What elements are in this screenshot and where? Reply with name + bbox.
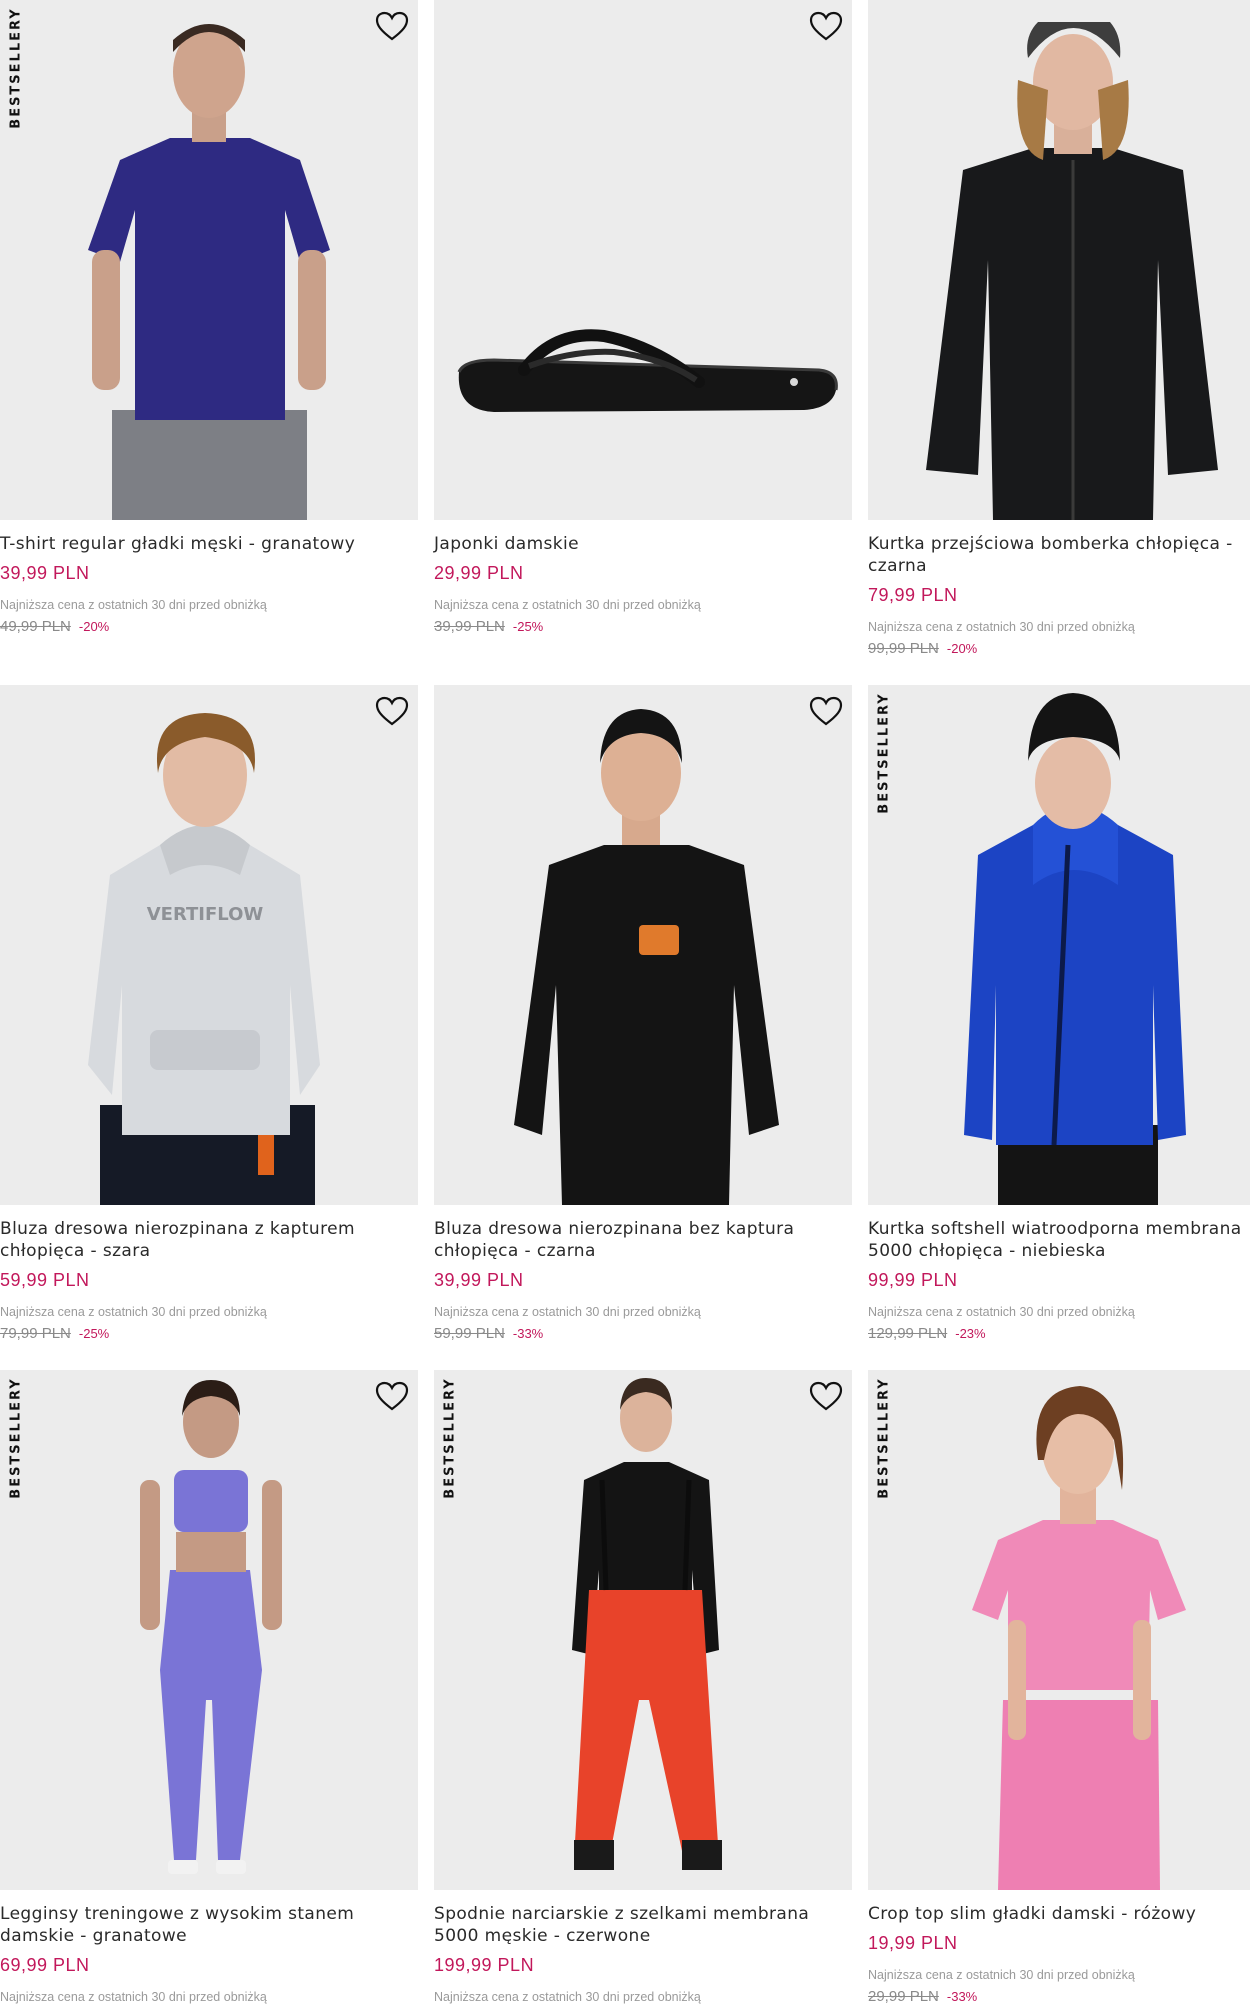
crop-top-photo bbox=[868, 1370, 1250, 1890]
old-price-row: 99,99 PLN -20% bbox=[868, 640, 1250, 658]
product-image[interactable]: BESTSELLERY bbox=[868, 1370, 1250, 1890]
ski-pants-photo bbox=[434, 1370, 852, 1890]
product-name[interactable]: Bluza dresowa nierozpinana z kapturem ch… bbox=[0, 1218, 418, 1262]
product-image[interactable]: BESTSELLERY bbox=[868, 685, 1250, 1205]
lowest-price-note: Najniższa cena z ostatnich 30 dni przed … bbox=[868, 1968, 1135, 1982]
product-image[interactable]: VERTIFLOW bbox=[0, 685, 418, 1205]
product-info: T-shirt regular gładki męski - granatowy… bbox=[0, 533, 418, 636]
product-name[interactable]: Legginsy treningowe z wysokim stanem dam… bbox=[0, 1903, 418, 1947]
bestseller-label: BESTSELLERY bbox=[876, 1377, 892, 1499]
old-price-row: 39,99 PLN -25% bbox=[434, 618, 852, 636]
heart-outline-icon bbox=[375, 1381, 409, 1411]
old-price-row: 129,99 PLN -23% bbox=[868, 1325, 1250, 1343]
heart-outline-icon bbox=[375, 696, 409, 726]
old-price-row: 29,99 PLN -33% bbox=[868, 1988, 1250, 2006]
product-info: Crop top slim gładki damski - różowy 19,… bbox=[868, 1903, 1250, 2006]
lowest-price-note: Najniższa cena z ostatnich 30 dni przed … bbox=[434, 598, 701, 612]
product-name[interactable]: Crop top slim gładki damski - różowy bbox=[868, 1903, 1250, 1925]
product-price: 39,99 PLN bbox=[0, 563, 90, 583]
favorite-button[interactable] bbox=[374, 10, 410, 42]
heart-outline-icon bbox=[809, 11, 843, 41]
lowest-price-note: Najniższa cena z ostatnich 30 dni przed … bbox=[868, 620, 1135, 634]
old-price: 79,99 PLN bbox=[0, 1325, 71, 1342]
product-name[interactable]: Kurtka przejściowa bomberka chłopięca - … bbox=[868, 533, 1250, 577]
product-price: 29,99 PLN bbox=[434, 563, 524, 583]
discount-badge: -33% bbox=[512, 1326, 544, 1341]
heart-outline-icon bbox=[809, 696, 843, 726]
lowest-price-note: Najniższa cena z ostatnich 30 dni przed … bbox=[434, 1990, 701, 2004]
product-image[interactable] bbox=[434, 685, 852, 1205]
product-info: Bluza dresowa nierozpinana z kapturem ch… bbox=[0, 1218, 418, 1343]
old-price: 29,99 PLN bbox=[868, 1988, 939, 2005]
discount-badge: -33% bbox=[946, 1989, 978, 2004]
lowest-price-note: Najniższa cena z ostatnich 30 dni przed … bbox=[434, 1305, 701, 1319]
lowest-price-note: Najniższa cena z ostatnich 30 dni przed … bbox=[868, 1305, 1135, 1319]
favorite-button[interactable] bbox=[808, 695, 844, 727]
product-image[interactable]: BESTSELLERY bbox=[434, 1370, 852, 1890]
black-sweatshirt-photo bbox=[434, 685, 852, 1205]
old-price: 49,99 PLN bbox=[0, 618, 71, 635]
product-info: Kurtka przejściowa bomberka chłopięca - … bbox=[868, 533, 1250, 658]
product-name[interactable]: Japonki damskie bbox=[434, 533, 852, 555]
product-image[interactable] bbox=[868, 0, 1250, 520]
heart-outline-icon bbox=[375, 11, 409, 41]
favorite-button[interactable] bbox=[374, 1380, 410, 1412]
product-price: 99,99 PLN bbox=[868, 1270, 958, 1290]
product-name[interactable]: Kurtka softshell wiatroodporna membrana … bbox=[868, 1218, 1250, 1262]
lowest-price-note: Najniższa cena z ostatnich 30 dni przed … bbox=[0, 1990, 267, 2004]
product-info: Kurtka softshell wiatroodporna membrana … bbox=[868, 1218, 1250, 1343]
bestseller-badge: BESTSELLERY bbox=[874, 1377, 894, 1499]
product-price: 19,99 PLN bbox=[868, 1933, 958, 1953]
old-price-row: 59,99 PLN -33% bbox=[434, 1325, 852, 1343]
product-price: 79,99 PLN bbox=[868, 585, 958, 605]
grey-hoodie-photo: VERTIFLOW bbox=[0, 685, 418, 1205]
bestseller-label: BESTSELLERY bbox=[876, 692, 892, 814]
bestseller-label: BESTSELLERY bbox=[8, 1377, 24, 1499]
old-price: 129,99 PLN bbox=[868, 1325, 948, 1342]
discount-badge: -20% bbox=[78, 619, 110, 634]
product-image[interactable]: BESTSELLERY bbox=[0, 1370, 418, 1890]
old-price-row: 79,99 PLN -25% bbox=[0, 1325, 418, 1343]
flip-flop-photo bbox=[434, 0, 852, 520]
product-price: 39,99 PLN bbox=[434, 1270, 524, 1290]
lowest-price-note: Najniższa cena z ostatnich 30 dni przed … bbox=[0, 598, 267, 612]
old-price: 59,99 PLN bbox=[434, 1325, 505, 1342]
bestseller-label: BESTSELLERY bbox=[8, 7, 24, 129]
bomber-jacket-photo bbox=[868, 0, 1250, 520]
product-name[interactable]: T-shirt regular gładki męski - granatowy bbox=[0, 533, 418, 555]
product-info: Japonki damskie 29,99 PLN Najniższa cena… bbox=[434, 533, 852, 636]
product-name[interactable]: Bluza dresowa nierozpinana bez kaptura c… bbox=[434, 1218, 852, 1262]
product-image[interactable] bbox=[434, 0, 852, 520]
bestseller-badge: BESTSELLERY bbox=[874, 692, 894, 814]
bestseller-badge: BESTSELLERY bbox=[6, 7, 26, 129]
old-price-row: 49,99 PLN -20% bbox=[0, 618, 418, 636]
product-info: Bluza dresowa nierozpinana bez kaptura c… bbox=[434, 1218, 852, 1343]
tshirt-photo bbox=[0, 0, 418, 520]
lowest-price-note: Najniższa cena z ostatnich 30 dni przed … bbox=[0, 1305, 267, 1319]
product-info: Spodnie narciarskie z szelkami membrana … bbox=[434, 1903, 852, 2004]
bestseller-label: BESTSELLERY bbox=[442, 1377, 458, 1499]
product-image[interactable]: BESTSELLERY bbox=[0, 0, 418, 520]
softshell-jacket-photo bbox=[868, 685, 1250, 1205]
product-price: 59,99 PLN bbox=[0, 1270, 90, 1290]
favorite-button[interactable] bbox=[808, 1380, 844, 1412]
discount-badge: -23% bbox=[955, 1326, 986, 1341]
favorite-button[interactable] bbox=[374, 695, 410, 727]
bestseller-badge: BESTSELLERY bbox=[440, 1377, 460, 1499]
old-price: 99,99 PLN bbox=[868, 640, 939, 657]
heart-outline-icon bbox=[809, 1381, 843, 1411]
leggings-photo bbox=[0, 1370, 418, 1890]
bestseller-badge: BESTSELLERY bbox=[6, 1377, 26, 1499]
hoodie-print-text: VERTIFLOW bbox=[147, 904, 264, 925]
product-price: 69,99 PLN bbox=[0, 1955, 90, 1975]
discount-badge: -25% bbox=[512, 619, 544, 634]
product-price: 199,99 PLN bbox=[434, 1955, 535, 1975]
old-price: 39,99 PLN bbox=[434, 618, 505, 635]
discount-badge: -25% bbox=[78, 1326, 110, 1341]
product-name[interactable]: Spodnie narciarskie z szelkami membrana … bbox=[434, 1903, 852, 1947]
favorite-button[interactable] bbox=[808, 10, 844, 42]
discount-badge: -20% bbox=[946, 641, 978, 656]
product-info: Legginsy treningowe z wysokim stanem dam… bbox=[0, 1903, 418, 2004]
